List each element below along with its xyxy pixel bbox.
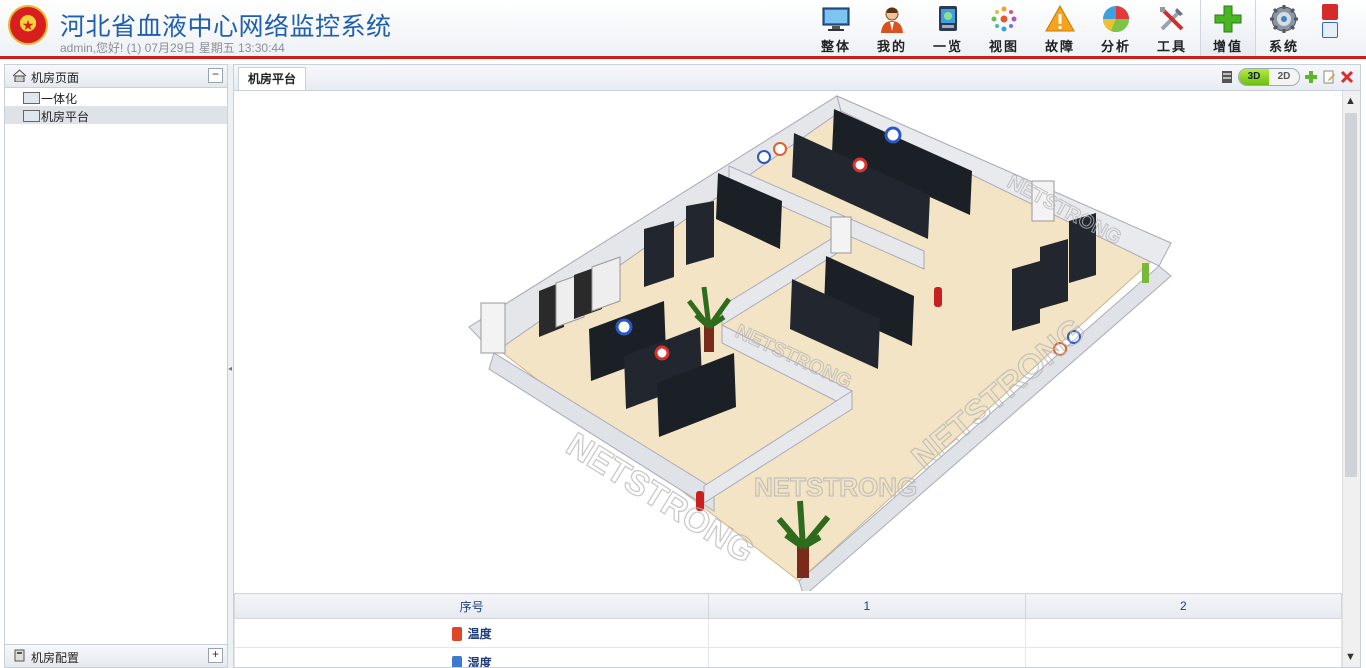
nav-label: 整体: [820, 39, 851, 54]
monitor-icon: [822, 7, 850, 31]
row-label-cell: 湿度: [234, 647, 710, 668]
add-icon[interactable]: [1304, 70, 1318, 84]
column-header[interactable]: 序号: [234, 593, 710, 619]
column-header[interactable]: 1: [708, 593, 1026, 619]
table-header-row: 序号 1 2: [234, 593, 1343, 619]
lock-icon[interactable]: [1322, 4, 1338, 20]
tab-bar: 机房平台 3D 2D: [234, 65, 1360, 91]
app-title: 河北省血液中心网络监控系统: [60, 12, 392, 41]
air-conditioner: [480, 302, 506, 354]
nav-system[interactable]: 系统: [1256, 0, 1312, 56]
alarm-icon: [654, 345, 670, 361]
nav-label: 我的: [876, 39, 907, 54]
nav-view[interactable]: 视图: [976, 0, 1032, 56]
edit-icon[interactable]: [1322, 70, 1336, 84]
warning-icon: [1045, 4, 1075, 32]
app-header: ★ 河北省血液中心网络监控系统 admin,您好! (1) 07月29日 星期五…: [0, 0, 1366, 59]
logout-icon[interactable]: [1322, 22, 1338, 38]
nav-mine[interactable]: 我的: [864, 0, 920, 56]
tree-item-room-platform[interactable]: 机房平台: [5, 106, 227, 124]
nav-label: 视图: [988, 39, 1019, 54]
window-controls: [1318, 2, 1364, 40]
rack-icon[interactable]: [1220, 70, 1234, 84]
nav-label: 分析: [1100, 39, 1131, 54]
left-panel: 机房页面 − 一体化 机房平台 机房配置 +: [4, 64, 228, 668]
column-header[interactable]: 2: [1024, 593, 1343, 619]
table-row: 湿度: [234, 647, 1343, 668]
top-nav: 整体 我的 一览 视图 故障 分析 工具 增值 系统: [808, 0, 1312, 56]
nav-tools[interactable]: 工具: [1144, 0, 1200, 56]
user-icon: [881, 7, 903, 33]
alarm-icon: [852, 157, 868, 173]
delete-icon[interactable]: [1340, 70, 1354, 84]
server-icon: [23, 92, 40, 104]
collapse-button[interactable]: −: [208, 68, 223, 83]
tab-room-platform[interactable]: 机房平台: [238, 67, 307, 90]
left-panel-header[interactable]: 机房页面 −: [5, 65, 227, 88]
scroll-down-icon[interactable]: ▼: [1345, 651, 1356, 663]
nav-label: 故障: [1044, 39, 1075, 54]
table-cell: [1024, 647, 1343, 667]
tree-item-label: 一体化: [41, 92, 78, 106]
smoke-detector-icon: [615, 318, 633, 336]
main-panel: 机房平台 3D 2D NETSTRONG NETSTRONG NETSTRONG…: [233, 64, 1361, 668]
config-icon: [14, 649, 25, 662]
scrollbar-thumb[interactable]: [1345, 113, 1357, 477]
view-mode-toggle[interactable]: 3D 2D: [1238, 68, 1300, 86]
nav-fault[interactable]: 故障: [1032, 0, 1088, 56]
left-panel-footer[interactable]: 机房配置 +: [5, 644, 227, 667]
nav-overview[interactable]: 一览: [920, 0, 976, 56]
nav-label: 增值: [1212, 39, 1243, 54]
smoke-detector-icon: [884, 126, 902, 144]
mode-2d[interactable]: 2D: [1269, 69, 1299, 85]
row-label-cell: 温度: [234, 618, 710, 648]
thermometer-icon: [451, 627, 462, 642]
home-icon: [12, 69, 27, 82]
scroll-up-icon[interactable]: ▲: [1345, 95, 1356, 107]
pie-chart-icon: [1103, 6, 1129, 32]
view-tools: 3D 2D: [1216, 68, 1354, 86]
humidity-icon: [451, 656, 462, 667]
nav-label: 一览: [932, 39, 963, 54]
tree-item-integrated[interactable]: 一体化: [5, 88, 227, 106]
gauge-icon: [773, 142, 787, 156]
table-cell: [708, 647, 1026, 667]
expand-button[interactable]: +: [208, 648, 223, 663]
emblem-logo: ★: [8, 5, 48, 45]
splitter-arrow-icon: ◂: [228, 364, 233, 373]
dots-icon: [991, 6, 1017, 32]
vertical-scrollbar[interactable]: ▲ ▼: [1342, 91, 1360, 667]
tree-item-label: 机房平台: [41, 110, 90, 124]
server-icon: [23, 110, 40, 122]
room-3d-scene[interactable]: NETSTRONG NETSTRONG NETSTRONG NETSTRONG …: [234, 91, 1342, 591]
table-cell: [708, 618, 1026, 648]
nav-value-added[interactable]: 增值: [1200, 0, 1256, 56]
door-icon: [1142, 263, 1149, 283]
row-label: 温度: [467, 626, 492, 641]
nav-label: 工具: [1156, 39, 1187, 54]
footer-title: 机房配置: [31, 651, 80, 665]
tools-icon: [1160, 7, 1184, 31]
scene-watermark: NETSTRONG: [754, 472, 917, 502]
nav-label: 系统: [1268, 39, 1299, 54]
sensor-table: 序号 1 2 温度 湿度: [234, 593, 1343, 668]
air-conditioner: [830, 216, 852, 254]
plus-icon: [1214, 5, 1242, 33]
gauge-icon: [757, 150, 771, 164]
fire-extinguisher-icon: [934, 287, 942, 307]
nav-overall[interactable]: 整体: [808, 0, 864, 56]
row-label: 湿度: [467, 655, 492, 668]
overview-icon: [939, 6, 957, 31]
gear-icon: [1270, 5, 1298, 33]
nav-analysis[interactable]: 分析: [1088, 0, 1144, 56]
table-cell: [1024, 618, 1343, 648]
table-row: 温度: [234, 618, 1343, 648]
left-panel-title: 机房页面: [31, 71, 80, 85]
mode-3d[interactable]: 3D: [1239, 69, 1269, 85]
user-status: admin,您好! (1) 07月29日 星期五 13:30:44: [60, 41, 285, 55]
